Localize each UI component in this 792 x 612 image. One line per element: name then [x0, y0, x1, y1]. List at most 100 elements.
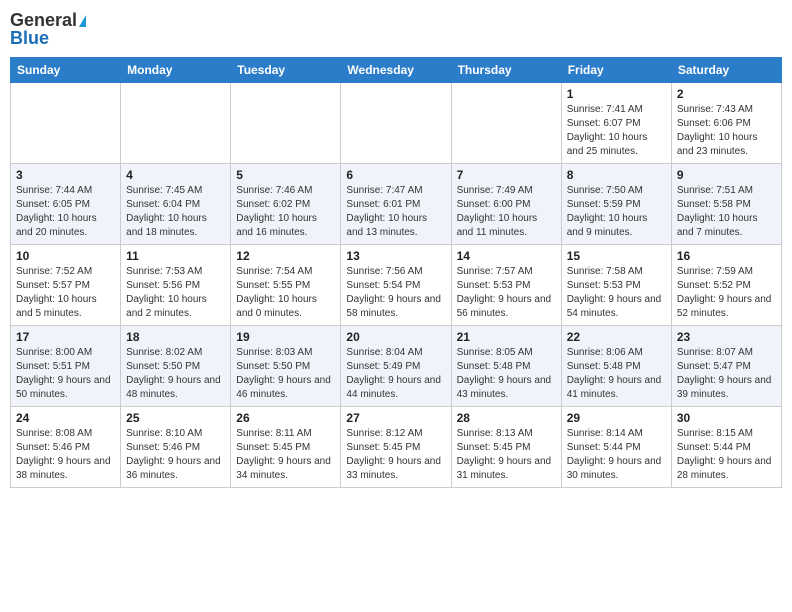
calendar-cell: 1Sunrise: 7:41 AM Sunset: 6:07 PM Daylig… — [561, 83, 671, 164]
calendar-week-3: 10 Sunrise: 7:52 AM Sunset: 5:57 PM Dayli… — [11, 245, 782, 326]
logo-triangle-icon — [79, 15, 86, 27]
day-info: Sunrise: 7:59 AM Sunset: 5:52 PM Dayligh… — [677, 265, 776, 321]
calendar-cell: 13 Sunrise: 7:56 AM Sunset: 5:54 PM Dayli… — [341, 245, 451, 326]
calendar-cell: 19 Sunrise: 8:03 AM Sunset: 5:50 PM Dayli… — [231, 326, 341, 407]
calendar-cell: 10 Sunrise: 7:52 AM Sunset: 5:57 PM Dayli… — [11, 245, 121, 326]
day-info: Sunrise: 7:44 AM Sunset: 6:05 PM Dayligh… — [16, 184, 115, 240]
day-number: 2 — [677, 87, 776, 101]
calendar-cell: 15Sunrise: 7:58 AM Sunset: 5:53 PM Dayli… — [561, 245, 671, 326]
day-number: 25 — [126, 411, 225, 425]
calendar-cell — [231, 83, 341, 164]
day-number: 15 — [567, 249, 666, 263]
calendar-cell: 25 Sunrise: 8:10 AM Sunset: 5:46 PM Dayli… — [121, 407, 231, 488]
day-info: Sunrise: 8:14 AM Sunset: 5:44 PM Dayligh… — [567, 427, 666, 483]
day-number: 12 — [236, 249, 335, 263]
day-info: Sunrise: 8:11 AM Sunset: 5:45 PM Dayligh… — [236, 427, 335, 483]
calendar-cell — [451, 83, 561, 164]
calendar-cell — [11, 83, 121, 164]
calendar-body: 1Sunrise: 7:41 AM Sunset: 6:07 PM Daylig… — [11, 83, 782, 488]
day-info: Sunrise: 8:08 AM Sunset: 5:46 PM Dayligh… — [16, 427, 115, 483]
day-info: Sunrise: 8:03 AM Sunset: 5:50 PM Dayligh… — [236, 346, 335, 402]
day-info: Sunrise: 7:43 AM Sunset: 6:06 PM Dayligh… — [677, 103, 776, 159]
day-number: 1 — [567, 87, 666, 101]
day-number: 26 — [236, 411, 335, 425]
logo: General Blue — [10, 10, 86, 49]
weekday-header-wednesday: Wednesday — [341, 58, 451, 83]
calendar-table: SundayMondayTuesdayWednesdayThursdayFrid… — [10, 57, 782, 488]
weekday-header-thursday: Thursday — [451, 58, 561, 83]
day-info: Sunrise: 7:49 AM Sunset: 6:00 PM Dayligh… — [457, 184, 556, 240]
day-number: 16 — [677, 249, 776, 263]
weekday-header-saturday: Saturday — [671, 58, 781, 83]
day-number: 13 — [346, 249, 445, 263]
calendar-cell: 5 Sunrise: 7:46 AM Sunset: 6:02 PM Daylig… — [231, 164, 341, 245]
day-info: Sunrise: 7:54 AM Sunset: 5:55 PM Dayligh… — [236, 265, 335, 321]
day-number: 19 — [236, 330, 335, 344]
day-info: Sunrise: 8:15 AM Sunset: 5:44 PM Dayligh… — [677, 427, 776, 483]
day-number: 4 — [126, 168, 225, 182]
calendar-cell: 3 Sunrise: 7:44 AM Sunset: 6:05 PM Daylig… — [11, 164, 121, 245]
day-info: Sunrise: 7:56 AM Sunset: 5:54 PM Dayligh… — [346, 265, 445, 321]
day-number: 29 — [567, 411, 666, 425]
calendar-week-1: 1Sunrise: 7:41 AM Sunset: 6:07 PM Daylig… — [11, 83, 782, 164]
day-info: Sunrise: 7:50 AM Sunset: 5:59 PM Dayligh… — [567, 184, 666, 240]
day-info: Sunrise: 8:13 AM Sunset: 5:45 PM Dayligh… — [457, 427, 556, 483]
day-info: Sunrise: 7:53 AM Sunset: 5:56 PM Dayligh… — [126, 265, 225, 321]
weekday-header-friday: Friday — [561, 58, 671, 83]
day-info: Sunrise: 7:51 AM Sunset: 5:58 PM Dayligh… — [677, 184, 776, 240]
calendar-cell: 27Sunrise: 8:12 AM Sunset: 5:45 PM Dayli… — [341, 407, 451, 488]
day-info: Sunrise: 8:06 AM Sunset: 5:48 PM Dayligh… — [567, 346, 666, 402]
calendar-cell: 16 Sunrise: 7:59 AM Sunset: 5:52 PM Dayli… — [671, 245, 781, 326]
day-number: 9 — [677, 168, 776, 182]
calendar-week-5: 24 Sunrise: 8:08 AM Sunset: 5:46 PM Dayli… — [11, 407, 782, 488]
day-number: 28 — [457, 411, 556, 425]
calendar-cell: 11 Sunrise: 7:53 AM Sunset: 5:56 PM Dayli… — [121, 245, 231, 326]
day-info: Sunrise: 8:10 AM Sunset: 5:46 PM Dayligh… — [126, 427, 225, 483]
weekday-header-tuesday: Tuesday — [231, 58, 341, 83]
calendar-cell — [121, 83, 231, 164]
calendar-cell: 14 Sunrise: 7:57 AM Sunset: 5:53 PM Dayli… — [451, 245, 561, 326]
day-number: 11 — [126, 249, 225, 263]
day-number: 17 — [16, 330, 115, 344]
calendar-cell: 26 Sunrise: 8:11 AM Sunset: 5:45 PM Dayli… — [231, 407, 341, 488]
day-number: 24 — [16, 411, 115, 425]
weekday-header-row: SundayMondayTuesdayWednesdayThursdayFrid… — [11, 58, 782, 83]
calendar-cell: 17 Sunrise: 8:00 AM Sunset: 5:51 PM Dayli… — [11, 326, 121, 407]
day-info: Sunrise: 8:05 AM Sunset: 5:48 PM Dayligh… — [457, 346, 556, 402]
calendar-cell — [341, 83, 451, 164]
calendar-cell: 28 Sunrise: 8:13 AM Sunset: 5:45 PM Dayli… — [451, 407, 561, 488]
calendar-cell: 29 Sunrise: 8:14 AM Sunset: 5:44 PM Dayli… — [561, 407, 671, 488]
calendar-cell: 22Sunrise: 8:06 AM Sunset: 5:48 PM Dayli… — [561, 326, 671, 407]
calendar-cell: 6 Sunrise: 7:47 AM Sunset: 6:01 PM Daylig… — [341, 164, 451, 245]
day-info: Sunrise: 7:52 AM Sunset: 5:57 PM Dayligh… — [16, 265, 115, 321]
day-number: 8 — [567, 168, 666, 182]
day-number: 10 — [16, 249, 115, 263]
calendar-cell: 23Sunrise: 8:07 AM Sunset: 5:47 PM Dayli… — [671, 326, 781, 407]
day-number: 6 — [346, 168, 445, 182]
day-number: 23 — [677, 330, 776, 344]
day-number: 20 — [346, 330, 445, 344]
day-number: 5 — [236, 168, 335, 182]
calendar-cell: 18 Sunrise: 8:02 AM Sunset: 5:50 PM Dayli… — [121, 326, 231, 407]
day-info: Sunrise: 7:57 AM Sunset: 5:53 PM Dayligh… — [457, 265, 556, 321]
day-info: Sunrise: 8:00 AM Sunset: 5:51 PM Dayligh… — [16, 346, 115, 402]
day-number: 7 — [457, 168, 556, 182]
calendar-cell: 20 Sunrise: 8:04 AM Sunset: 5:49 PM Dayli… — [341, 326, 451, 407]
day-info: Sunrise: 7:46 AM Sunset: 6:02 PM Dayligh… — [236, 184, 335, 240]
calendar-cell: 24 Sunrise: 8:08 AM Sunset: 5:46 PM Dayli… — [11, 407, 121, 488]
day-number: 18 — [126, 330, 225, 344]
day-number: 21 — [457, 330, 556, 344]
calendar-cell: 30Sunrise: 8:15 AM Sunset: 5:44 PM Dayli… — [671, 407, 781, 488]
calendar-cell: 9 Sunrise: 7:51 AM Sunset: 5:58 PM Daylig… — [671, 164, 781, 245]
calendar-cell: 12 Sunrise: 7:54 AM Sunset: 5:55 PM Dayli… — [231, 245, 341, 326]
calendar-cell: 21 Sunrise: 8:05 AM Sunset: 5:48 PM Dayli… — [451, 326, 561, 407]
day-number: 14 — [457, 249, 556, 263]
day-number: 3 — [16, 168, 115, 182]
day-info: Sunrise: 8:12 AM Sunset: 5:45 PM Dayligh… — [346, 427, 445, 483]
day-info: Sunrise: 8:04 AM Sunset: 5:49 PM Dayligh… — [346, 346, 445, 402]
day-info: Sunrise: 8:02 AM Sunset: 5:50 PM Dayligh… — [126, 346, 225, 402]
day-info: Sunrise: 7:47 AM Sunset: 6:01 PM Dayligh… — [346, 184, 445, 240]
logo-blue-text: Blue — [10, 28, 49, 49]
day-info: Sunrise: 7:45 AM Sunset: 6:04 PM Dayligh… — [126, 184, 225, 240]
weekday-header-monday: Monday — [121, 58, 231, 83]
